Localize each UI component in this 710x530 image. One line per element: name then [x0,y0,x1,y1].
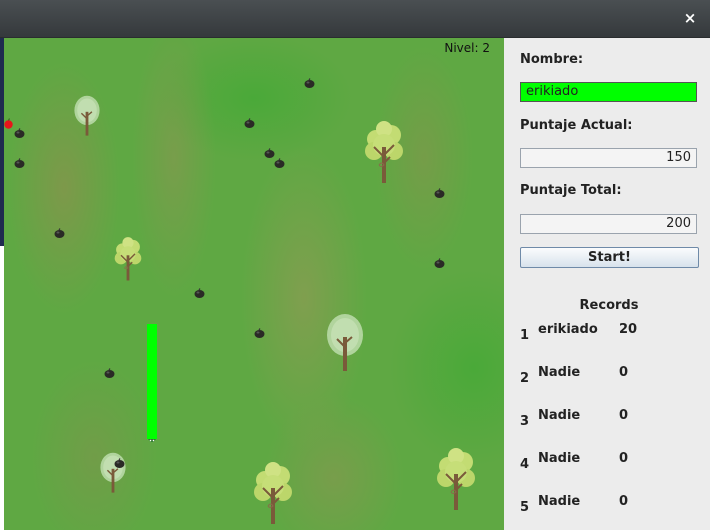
record-score: 20 [619,322,638,337]
tree-icon [253,462,293,526]
records-title: Records [579,298,639,313]
record-rank: 4 [520,457,530,472]
record-name: Nadie [538,494,581,509]
bomb-icon [14,158,25,168]
record-row: 2 Nadie 0 [520,365,700,386]
tree-icon [114,237,142,282]
record-row: 5 Nadie 0 [520,494,700,515]
tree-icon [364,121,404,185]
record-score: 0 [619,451,629,466]
close-icon[interactable]: × [680,8,700,28]
bomb-icon [54,228,65,238]
side-panel: Nombre: erikiado Puntaje Actual: 150 Pun… [504,38,710,530]
record-score: 0 [619,494,629,509]
start-button[interactable]: Start! [520,247,699,268]
apple-icon [4,118,13,129]
record-row: 4 Nadie 0 [520,451,700,472]
record-name: Nadie [538,451,581,466]
record-score: 0 [619,365,629,380]
record-score: 0 [619,408,629,423]
bomb-icon [244,118,255,128]
bomb-icon [274,158,285,168]
bomb-icon [434,188,445,198]
bomb-icon [264,148,275,158]
record-name: Nadie [538,408,581,423]
bomb-icon [194,288,205,298]
tree-icon [436,448,476,512]
tree-icon [99,447,127,499]
record-name: Nadie [538,365,581,380]
bomb-icon [114,458,125,468]
record-name: erikiado [538,322,598,337]
tree-icon [325,307,365,379]
total-score-field: 200 [520,214,697,234]
game-board[interactable]: Nivel: 2 [4,38,504,530]
level-indicator: Nivel: 2 [444,41,490,55]
name-label: Nombre: [520,52,584,67]
record-row: 1 erikiado 20 [520,322,700,343]
tree-icon [73,91,101,141]
record-rank: 2 [520,371,530,386]
record-rank: 5 [520,500,530,515]
bomb-icon [434,258,445,268]
bomb-icon [104,368,115,378]
record-rank: 1 [520,328,530,343]
name-field[interactable]: erikiado [520,82,697,102]
window-titlebar: × [0,0,710,38]
record-rank: 3 [520,414,530,429]
total-score-label: Puntaje Total: [520,183,622,198]
snake-icon [147,436,157,442]
bomb-icon [304,78,315,88]
current-score-field: 150 [520,148,697,168]
snake-body [147,324,157,436]
current-score-label: Puntaje Actual: [520,118,633,133]
bomb-icon [254,328,265,338]
bomb-icon [14,128,25,138]
record-row: 3 Nadie 0 [520,408,700,429]
